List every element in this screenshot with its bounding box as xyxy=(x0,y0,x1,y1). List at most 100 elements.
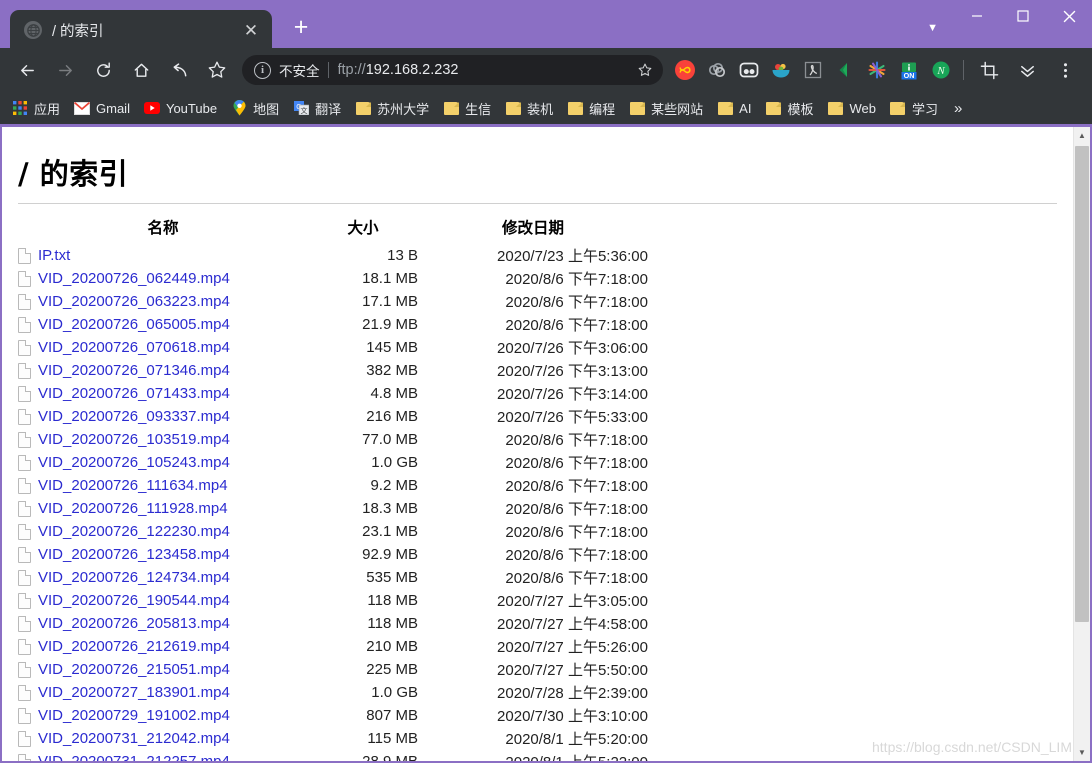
cell-date: 2020/8/6 下午7:18:00 xyxy=(505,501,648,518)
file-name-cell: VID_20200726_071433.mp4 xyxy=(18,385,308,402)
cell-date: 2020/7/26 下午3:13:00 xyxy=(497,363,648,380)
file-name-cell: VID_20200726_103519.mp4 xyxy=(18,431,308,448)
file-link[interactable]: VID_20200726_123458.mp4 xyxy=(38,546,230,563)
file-link[interactable]: VID_20200726_065005.mp4 xyxy=(38,316,230,333)
back-arrow-icon[interactable] xyxy=(11,54,43,86)
cell-name: VID_20200726_103519.mp4 xyxy=(18,428,308,451)
cell-name: VID_20200726_122230.mp4 xyxy=(18,520,308,543)
file-icon xyxy=(18,707,31,724)
folder-icon xyxy=(890,100,906,116)
file-link[interactable]: VID_20200726_063223.mp4 xyxy=(38,293,230,310)
file-link[interactable]: VID_20200726_070618.mp4 xyxy=(38,339,230,356)
bookmark-folder-suda[interactable]: 苏州大学 xyxy=(349,96,435,120)
bookmark-folder-muban[interactable]: 模板 xyxy=(759,96,819,120)
file-icon xyxy=(18,477,31,494)
bookmark-maps[interactable]: 地图 xyxy=(225,96,285,120)
minimize-button[interactable] xyxy=(954,0,1000,32)
file-link[interactable]: VID_20200726_105243.mp4 xyxy=(38,454,230,471)
file-link[interactable]: VID_20200727_183901.mp4 xyxy=(38,684,230,701)
maximize-button[interactable] xyxy=(1000,0,1046,32)
close-icon[interactable]: ✕ xyxy=(240,19,262,41)
file-link[interactable]: VID_20200726_071433.mp4 xyxy=(38,385,230,402)
bookmark-folder-websites[interactable]: 某些网站 xyxy=(623,96,709,120)
table-row: VID_20200726_123458.mp4 92.9 MB 2020/8/6 下… xyxy=(18,543,648,566)
pdf-extension-icon[interactable] xyxy=(799,56,827,84)
three-dot-menu-icon[interactable] xyxy=(1049,54,1081,86)
table-row: VID_20200731_212042.mp4 115 MB 2020/8/1 上午… xyxy=(18,727,648,750)
bookmarks-overflow-button[interactable]: » xyxy=(946,100,970,117)
crop-icon[interactable] xyxy=(973,54,1005,86)
bookmark-folder-ai[interactable]: AI xyxy=(711,96,757,120)
bookmark-folder-web[interactable]: Web xyxy=(821,96,882,120)
file-link[interactable]: VID_20200726_215051.mp4 xyxy=(38,661,230,678)
green-flag-extension-icon[interactable] xyxy=(831,56,859,84)
cell-size: 77.0 MB xyxy=(362,431,418,448)
tab-index[interactable]: / 的索引 ✕ xyxy=(10,10,272,50)
double-chevron-down-icon[interactable] xyxy=(1011,54,1043,86)
bookmark-folder-biancheng[interactable]: 编程 xyxy=(561,96,621,120)
vertical-scrollbar[interactable]: ▲ ▼ xyxy=(1073,127,1090,761)
file-link[interactable]: VID_20200726_111928.mp4 xyxy=(38,500,228,517)
infinity-extension-icon[interactable] xyxy=(671,56,699,84)
scroll-up-arrow-icon[interactable]: ▲ xyxy=(1074,127,1090,144)
cell-name: VID_20200726_093337.mp4 xyxy=(18,405,308,428)
column-header-date[interactable]: 修改日期 xyxy=(418,216,648,244)
home-icon[interactable] xyxy=(125,54,157,86)
cell-name: VID_20200726_070618.mp4 xyxy=(18,336,308,359)
bookmark-star-icon[interactable] xyxy=(633,62,657,78)
chevron-down-icon[interactable]: ▼ xyxy=(927,22,938,34)
scrollbar-thumb[interactable] xyxy=(1075,146,1089,622)
cell-date: 2020/7/27 上午4:58:00 xyxy=(497,616,648,633)
cell-name: VID_20200726_105243.mp4 xyxy=(18,451,308,474)
file-link[interactable]: VID_20200726_062449.mp4 xyxy=(38,270,230,287)
cell-size: 1.0 GB xyxy=(371,454,418,471)
bookmark-folder-shengxin[interactable]: 生信 xyxy=(437,96,497,120)
bookmark-apps[interactable]: 应用 xyxy=(6,96,66,120)
table-row: VID_20200726_111634.mp4 9.2 MB 2020/8/6 下午… xyxy=(18,474,648,497)
file-link[interactable]: VID_20200726_190544.mp4 xyxy=(38,592,230,609)
bookmark-gmail[interactable]: Gmail xyxy=(68,96,136,120)
two-dots-extension-icon[interactable] xyxy=(735,56,763,84)
file-link[interactable]: VID_20200731_212042.mp4 xyxy=(38,730,230,747)
column-header-name[interactable]: 名称 xyxy=(18,216,308,244)
star-icon[interactable] xyxy=(201,54,233,86)
close-button[interactable] xyxy=(1046,0,1092,32)
bookmark-youtube[interactable]: YouTube xyxy=(138,96,223,120)
file-name-cell: VID_20200726_111928.mp4 xyxy=(18,500,308,517)
file-icon xyxy=(18,638,31,655)
cell-size: 382 MB xyxy=(366,362,418,379)
file-link[interactable]: VID_20200729_191002.mp4 xyxy=(38,707,230,724)
file-link[interactable]: VID_20200726_124734.mp4 xyxy=(38,569,230,586)
file-link[interactable]: VID_20200726_205813.mp4 xyxy=(38,615,230,632)
on-toggle-extension-icon[interactable]: ON xyxy=(895,56,923,84)
security-label: 不安全 xyxy=(279,64,320,79)
file-link[interactable]: VID_20200726_103519.mp4 xyxy=(38,431,230,448)
file-link[interactable]: VID_20200726_122230.mp4 xyxy=(38,523,230,540)
address-bar[interactable]: i 不安全 ftp://192.168.2.232 xyxy=(242,55,663,85)
cell-date: 2020/8/1 上午5:22:00 xyxy=(418,750,648,761)
cell-date: 2020/8/1 上午5:20:00 xyxy=(505,731,648,748)
file-link[interactable]: VID_20200726_111634.mp4 xyxy=(38,477,228,494)
rings-extension-icon[interactable] xyxy=(703,56,731,84)
file-link[interactable]: VID_20200726_212619.mp4 xyxy=(38,638,230,655)
bookmark-folder-zhuangji[interactable]: 装机 xyxy=(499,96,559,120)
reload-icon[interactable] xyxy=(87,54,119,86)
info-icon[interactable]: i xyxy=(254,61,271,79)
fruit-bowl-extension-icon[interactable] xyxy=(767,56,795,84)
bookmark-folder-xuexi[interactable]: 学习 xyxy=(884,96,944,120)
file-link[interactable]: VID_20200731_212257.mp4 xyxy=(38,753,230,761)
new-tab-button[interactable]: + xyxy=(284,10,318,44)
cell-name: VID_20200726_123458.mp4 xyxy=(18,543,308,566)
file-link[interactable]: VID_20200726_071346.mp4 xyxy=(38,362,230,379)
undo-arrow-icon[interactable] xyxy=(163,54,195,86)
file-icon xyxy=(18,661,31,678)
colorful-star-extension-icon[interactable] xyxy=(863,56,891,84)
cell-size: 115 MB xyxy=(367,730,418,747)
bookmark-translate[interactable]: G 文 翻译 xyxy=(287,96,347,120)
column-header-size[interactable]: 大小 xyxy=(308,216,418,244)
n-circle-extension-icon[interactable]: N xyxy=(927,56,955,84)
file-link[interactable]: IP.txt xyxy=(38,247,70,264)
scroll-down-arrow-icon[interactable]: ▼ xyxy=(1074,744,1090,761)
file-link[interactable]: VID_20200726_093337.mp4 xyxy=(38,408,230,425)
table-row: VID_20200726_065005.mp4 21.9 MB 2020/8/6 下… xyxy=(18,313,648,336)
